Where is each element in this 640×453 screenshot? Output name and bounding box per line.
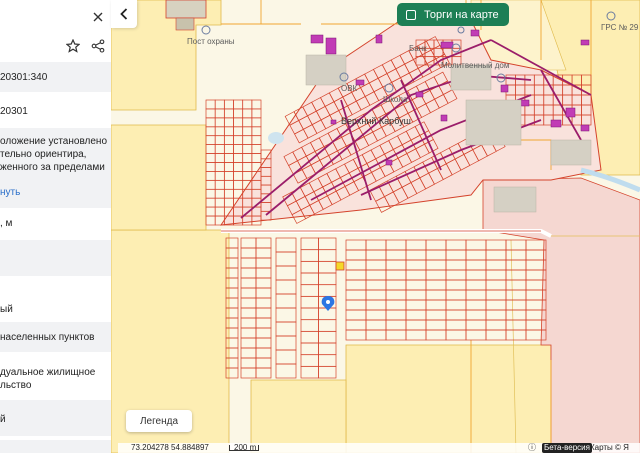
scale-bar bbox=[229, 445, 259, 451]
collapse-panel-button[interactable] bbox=[111, 0, 137, 28]
map-status-bar: 73.204278 54.884897 200 m ⓘ Бета-версия … bbox=[118, 443, 640, 453]
share-icon bbox=[91, 39, 105, 53]
label-post: Пост охраны bbox=[187, 37, 235, 46]
category-label: ый bbox=[0, 304, 13, 315]
share-button[interactable] bbox=[89, 37, 107, 55]
area-label: , м bbox=[0, 218, 13, 229]
location-row: оложение установлено тельно ориентира, ж… bbox=[0, 128, 111, 208]
permitted-use-line-1: дуальное жилищное bbox=[0, 367, 96, 378]
cadastral-number[interactable]: 20301:340 bbox=[0, 71, 47, 84]
parcel-info-panel: 20301:340 20301 оложение установлено тел… bbox=[0, 0, 111, 453]
extra-row: й bbox=[0, 400, 111, 436]
map-attribution[interactable]: Карты © Я bbox=[590, 443, 629, 453]
legend-button[interactable]: Легенда bbox=[126, 410, 192, 432]
bottom-row bbox=[0, 440, 111, 453]
chevron-left-icon bbox=[120, 8, 128, 20]
label-village: Верхний Карбуш bbox=[341, 116, 411, 126]
auctions-on-map-toggle[interactable]: Торги на карте bbox=[397, 3, 509, 26]
close-icon bbox=[93, 12, 103, 22]
auctions-label: Торги на карте bbox=[424, 8, 499, 21]
close-button[interactable] bbox=[90, 9, 106, 25]
label-gis: ГРС № 29 bbox=[601, 23, 639, 32]
empty-row bbox=[0, 240, 111, 276]
label-ovk: ОВК bbox=[341, 84, 358, 93]
category-value: населенных пунктов bbox=[0, 332, 95, 343]
label-church: Молитвенный дом bbox=[441, 61, 510, 70]
cadastral-map[interactable]: Пост охраны ОВК ГРС № 29 Банк Молитвенны… bbox=[111, 0, 640, 453]
map-canvas[interactable] bbox=[111, 0, 640, 453]
location-expand-link[interactable]: нуть bbox=[0, 186, 20, 199]
cursor-coordinates: 73.204278 54.884897 bbox=[131, 443, 209, 452]
label-school: Школа bbox=[383, 95, 408, 104]
quarter-number[interactable]: 20301 bbox=[0, 105, 28, 118]
area-row: , м bbox=[0, 210, 111, 238]
star-icon bbox=[66, 39, 80, 53]
permitted-use-row: дуальное жилищное льство bbox=[0, 355, 111, 395]
label-bank: Банк bbox=[409, 44, 427, 53]
location-line-3: женного за пределами bbox=[0, 162, 105, 173]
extra-value: й bbox=[0, 414, 6, 425]
category-value-row: населенных пунктов bbox=[0, 322, 111, 352]
quarter-row: 20301 bbox=[0, 98, 111, 126]
beta-badge: Бета-версия bbox=[542, 443, 592, 453]
permitted-use-line-2: льство bbox=[0, 380, 32, 391]
location-line-1: оложение установлено bbox=[0, 136, 108, 147]
info-icon[interactable]: ⓘ bbox=[528, 443, 536, 453]
category-row: ый bbox=[0, 296, 111, 322]
location-line-2: тельно ориентира, bbox=[0, 149, 87, 160]
favorite-button[interactable] bbox=[64, 37, 82, 55]
checkbox-icon bbox=[406, 9, 416, 20]
cadastral-number-row: 20301:340 bbox=[0, 62, 111, 92]
